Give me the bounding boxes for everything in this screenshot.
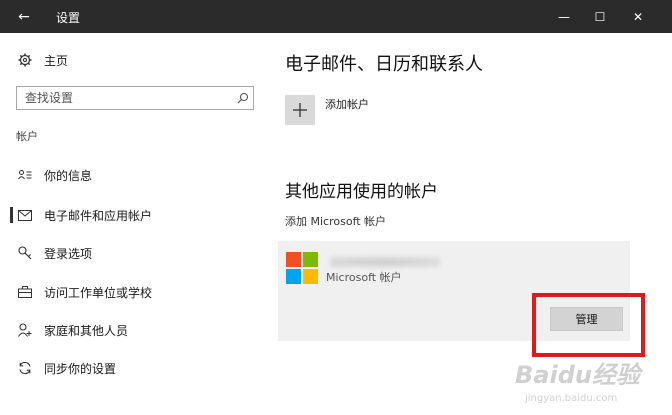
sidebar: 主页 帐户 你的信息 电子邮件和应用帐户 登录选项 访问工作单位或学校	[0, 33, 270, 415]
minimize-icon: —	[558, 9, 570, 24]
add-account-label[interactable]: 添加帐户	[325, 96, 369, 112]
watermark-logo: Baidu经验	[515, 361, 640, 389]
sidebar-item-label: 你的信息	[44, 168, 93, 183]
back-button[interactable]: ←	[8, 0, 40, 33]
maximize-icon: ☐	[594, 9, 606, 24]
person-add-icon	[16, 321, 34, 339]
search-input[interactable]	[17, 88, 233, 108]
account-type-label: Microsoft 帐户	[326, 271, 402, 284]
section-label-accounts: 帐户	[16, 130, 38, 143]
sidebar-item-label: 电子邮件和应用帐户	[44, 208, 153, 223]
close-button[interactable]: ✕	[620, 0, 656, 33]
search-box[interactable]	[16, 86, 254, 110]
person-list-icon	[16, 166, 34, 184]
sidebar-item-work-school[interactable]: 访问工作单位或学校	[16, 280, 152, 304]
sidebar-item-label: 登录选项	[44, 246, 93, 261]
sidebar-item-label: 同步你的设置	[44, 361, 117, 376]
close-icon: ✕	[632, 9, 644, 24]
sidebar-item-sign-in-options[interactable]: 登录选项	[16, 241, 92, 265]
active-indicator	[10, 207, 13, 223]
sidebar-item-home[interactable]: 主页	[16, 48, 68, 72]
redacted-email	[330, 257, 440, 267]
sidebar-item-email-accounts[interactable]: 电子邮件和应用帐户	[16, 203, 152, 227]
sidebar-item-label: 主页	[44, 53, 69, 68]
sidebar-item-label: 家庭和其他人员	[44, 323, 129, 338]
back-arrow-icon: ←	[18, 8, 30, 25]
page-title: 电子邮件、日历和联系人	[285, 54, 483, 75]
sidebar-item-label: 访问工作单位或学校	[44, 285, 153, 300]
mail-icon	[16, 206, 34, 224]
search-icon[interactable]	[233, 88, 253, 108]
sidebar-item-family[interactable]: 家庭和其他人员	[16, 318, 128, 342]
sync-icon	[16, 359, 34, 377]
title-bar: ← 设置 — ☐ ✕	[0, 0, 672, 33]
window-title: 设置	[56, 11, 81, 25]
section-heading-other-apps: 其他应用使用的帐户	[285, 182, 438, 202]
plus-icon	[293, 103, 307, 117]
add-account-button[interactable]	[285, 95, 315, 125]
watermark: Baidu经验 jingyan.baidu.com	[500, 350, 665, 410]
minimize-button[interactable]: —	[546, 0, 582, 33]
sidebar-item-your-info[interactable]: 你的信息	[16, 163, 92, 187]
sidebar-item-sync[interactable]: 同步你的设置	[16, 356, 116, 380]
microsoft-logo-icon	[286, 252, 318, 284]
highlight-annotation	[532, 293, 645, 357]
briefcase-icon	[16, 283, 34, 301]
maximize-button[interactable]: ☐	[582, 0, 618, 33]
key-icon	[16, 244, 34, 262]
watermark-url: jingyan.baidu.com	[525, 393, 618, 404]
gear-icon	[16, 51, 34, 69]
add-microsoft-account-link[interactable]: 添加 Microsoft 帐户	[285, 213, 386, 229]
